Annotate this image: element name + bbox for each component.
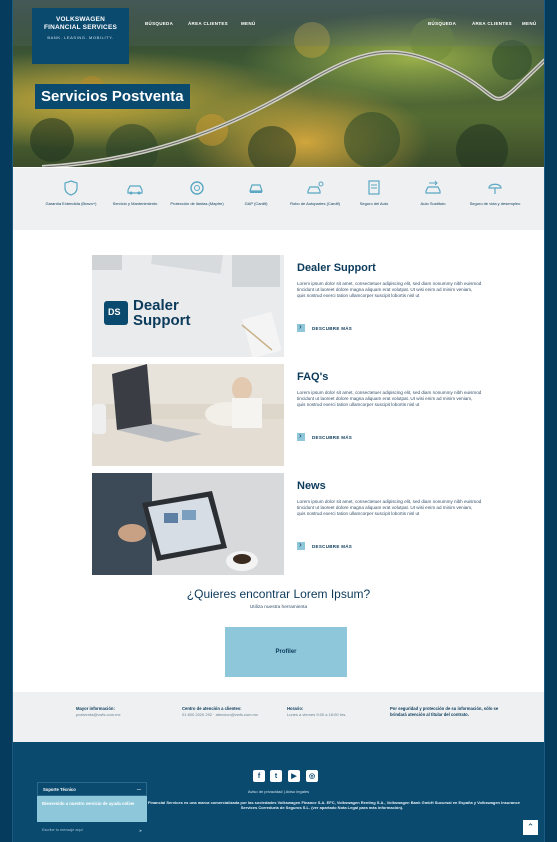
card-link-label: DESCUBRE MÁS xyxy=(312,543,353,549)
card-link-label: DESCUBRE MÁS xyxy=(312,325,353,331)
car-wrench-icon xyxy=(127,185,143,195)
chevron-up-icon: ⌃ xyxy=(526,822,535,832)
service-label: Protección de llantas (Mapfre) xyxy=(170,201,224,206)
nav-menu-left[interactable]: MENÚ xyxy=(241,21,255,26)
document-car-icon xyxy=(368,180,380,195)
support-chat-widget: Soporte Técnico — Bienvenido a nuestro s… xyxy=(37,782,147,842)
card-title-news: News xyxy=(297,480,326,492)
card-text: Lorem ipsum dolor sit amet, consectetuer… xyxy=(297,499,482,516)
card-text: Lorem ipsum dolor sit amet, consectetuer… xyxy=(297,281,482,298)
logo-line-2: FINANCIAL SERVICES xyxy=(43,24,118,31)
support-chat-input[interactable]: Escribe tu mensaje aquí ➤ xyxy=(37,822,147,842)
info-text[interactable]: postventa@vwfs.com.mx xyxy=(76,712,176,718)
page-title: Servicios Postventa xyxy=(35,84,190,109)
cta-subheading: Utiliza nuestra herramienta xyxy=(249,605,308,610)
service-item-autoparts-theft[interactable]: Robo de Autopartes (Cardif) xyxy=(284,180,346,206)
arrow-right-icon xyxy=(297,540,305,550)
card-link-faq[interactable]: DESCUBRE MÁS xyxy=(297,431,353,441)
service-label: Seguro de vida y desempleo xyxy=(469,201,521,206)
arrow-right-icon xyxy=(297,431,305,441)
service-label: Robo de Autopartes (Cardif) xyxy=(290,201,340,206)
car-icon xyxy=(249,184,263,193)
info-security-notice: Por seguridad y protección de su informa… xyxy=(390,706,500,717)
logo-line-1: VOLKSWAGEN xyxy=(56,16,105,23)
card-text: Lorem ipsum dolor sit amet, consectetuer… xyxy=(297,390,482,407)
minimize-icon[interactable]: — xyxy=(137,787,141,792)
nav-menu-right[interactable]: MENÚ xyxy=(522,21,536,26)
card-title-faq: FAQ's xyxy=(297,371,329,383)
car-swap-icon xyxy=(425,180,441,194)
service-item-life-insurance[interactable]: Seguro de vida y desempleo xyxy=(464,180,526,206)
nav-search-left[interactable]: BÚSQUEDA xyxy=(145,21,173,26)
browser-frame: VOLKSWAGEN FINANCIAL SERVICES BANK. LEAS… xyxy=(0,0,557,842)
contact-info-strip: Mayor información: postventa@vwfs.com.mx… xyxy=(12,692,545,742)
nav-search-right[interactable]: BÚSQUEDA xyxy=(428,21,456,26)
info-schedule: Horario: Lunes a viernes 9:00 a 18:00 hr… xyxy=(287,706,387,717)
service-item-car-insurance[interactable]: Seguro del Auto xyxy=(343,180,405,206)
services-strip: Garantía Extendida (Bravo+) Servicio y M… xyxy=(12,168,545,230)
profiler-button[interactable]: Profiler xyxy=(225,627,347,677)
card-link-dealer-support[interactable]: DESCUBRE MÁS xyxy=(297,322,353,332)
support-chat-header[interactable]: Soporte Técnico — xyxy=(37,782,147,796)
youtube-icon[interactable]: ▶ xyxy=(288,770,300,782)
info-customer-service: Centro de atención a clientes: 01 800 20… xyxy=(182,706,282,717)
service-label: Seguro del Auto xyxy=(359,201,389,206)
service-item-extended-warranty[interactable]: Garantía Extendida (Bravo+) xyxy=(40,180,102,206)
support-chat-title: Soporte Técnico xyxy=(43,786,76,792)
info-heading: Por seguridad y protección de su informa… xyxy=(390,706,499,717)
instagram-icon[interactable]: ◎ xyxy=(306,770,318,782)
scroll-to-top-button[interactable]: ⌃ xyxy=(523,820,538,835)
support-chat-welcome: Bienvenido a nuestro servicio de ayuda o… xyxy=(37,796,147,822)
service-item-tire-protection[interactable]: Protección de llantas (Mapfre) xyxy=(166,180,228,206)
service-item-gap[interactable]: GAP (Cardif) xyxy=(225,180,287,206)
dealer-support-image: DS Dealer Support xyxy=(92,255,284,357)
dealer-support-logo-mark: DS xyxy=(108,307,121,317)
laptop-typing-image xyxy=(92,364,284,466)
car-keys-icon xyxy=(307,181,324,194)
service-item-substitute-car[interactable]: Auto Sustituto xyxy=(402,180,464,206)
service-label: Servicio y Mantenimiento xyxy=(112,201,158,206)
arrow-right-icon xyxy=(297,322,305,332)
card-title-dealer-support: Dealer Support xyxy=(297,262,376,274)
logo-tagline: BANK. LEASING. MOBILITY. xyxy=(47,35,114,40)
legal-text: Volkswagen Financial Services es una mar… xyxy=(124,800,520,811)
nav-client-area-right[interactable]: ÁREA CLIENTES xyxy=(472,21,512,26)
tablet-news-image xyxy=(92,473,284,575)
support-chat-placeholder: Escribe tu mensaje aquí xyxy=(42,828,83,832)
umbrella-person-icon xyxy=(488,183,502,194)
cta-heading: ¿Quieres encontrar Lorem Ipsum? xyxy=(186,587,371,601)
twitter-icon[interactable]: t xyxy=(270,770,282,782)
facebook-icon[interactable]: f xyxy=(253,770,265,782)
service-label: Garantía Extendida (Bravo+) xyxy=(45,201,97,206)
info-text[interactable]: 01 800 2020 292 · atencion@vwfs.com.mx xyxy=(182,712,282,718)
brand-logo[interactable]: VOLKSWAGEN FINANCIAL SERVICES BANK. LEAS… xyxy=(32,8,129,64)
dealer-support-logo-text-2: Support xyxy=(133,312,191,329)
hero-banner: VOLKSWAGEN FINANCIAL SERVICES BANK. LEAS… xyxy=(12,0,545,167)
info-text: Lunes a viernes 9:00 a 18:00 hrs. xyxy=(287,711,347,717)
service-item-maintenance[interactable]: Servicio y Mantenimiento xyxy=(104,180,166,206)
nav-client-area-left[interactable]: ÁREA CLIENTES xyxy=(188,21,228,26)
service-label: GAP (Cardif) xyxy=(244,201,268,206)
service-label: Auto Sustituto xyxy=(420,201,446,206)
send-icon[interactable]: ➤ xyxy=(139,828,142,836)
card-link-label: DESCUBRE MÁS xyxy=(312,434,353,440)
tire-icon xyxy=(190,181,204,195)
info-more-information: Mayor información: postventa@vwfs.com.mx xyxy=(76,706,176,717)
card-link-news[interactable]: DESCUBRE MÁS xyxy=(297,540,353,550)
shield-icon xyxy=(64,180,78,196)
page: VOLKSWAGEN FINANCIAL SERVICES BANK. LEAS… xyxy=(12,0,545,842)
